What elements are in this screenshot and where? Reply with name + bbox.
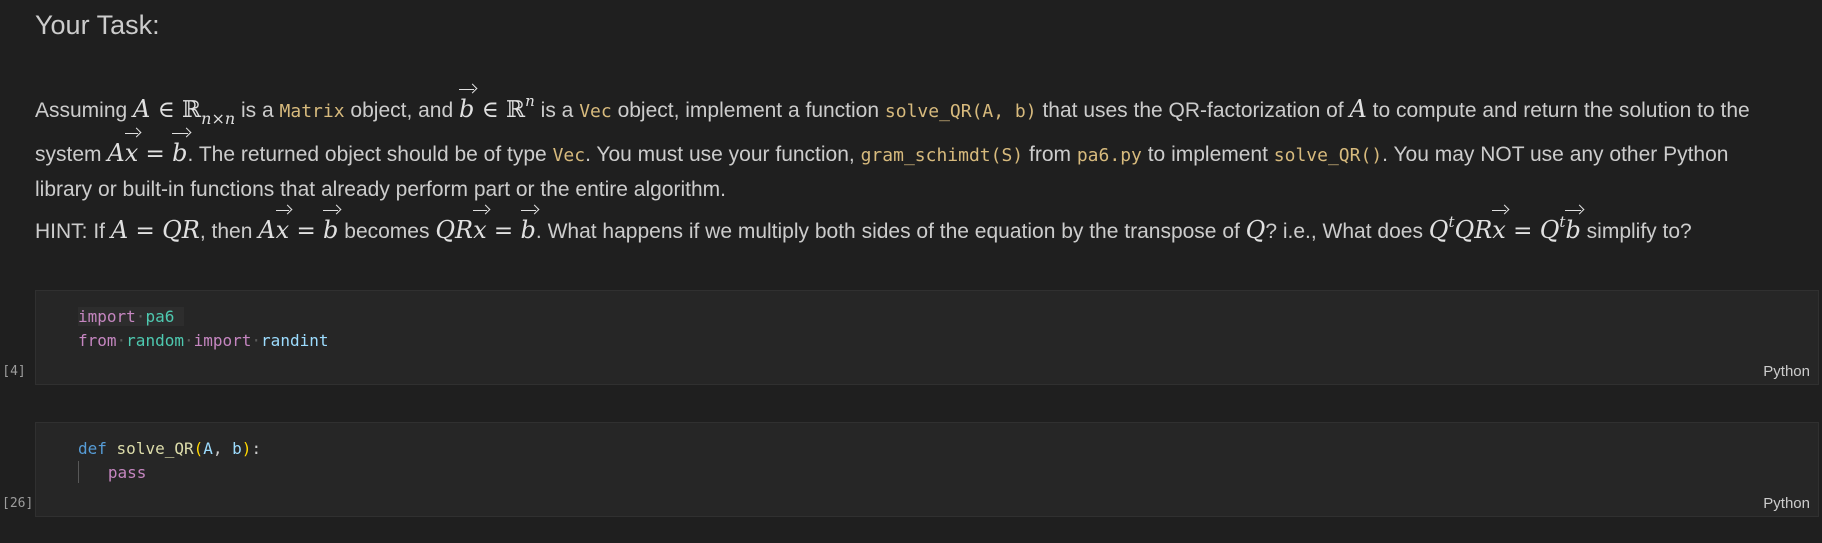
inline-code-gram-schimdt: gram_schimdt(S) bbox=[860, 145, 1024, 166]
code-line: import·pa6 bbox=[78, 307, 184, 326]
code-editor[interactable]: import·pa6 from·random·import·randint bbox=[78, 305, 328, 353]
task-paragraph: Assuming A ∈ ℝn×n is a Matrix object, an… bbox=[35, 84, 1750, 207]
inline-code-matrix: Matrix bbox=[279, 101, 345, 122]
paragraph-line-2: system Ax = b. The returned object shoul… bbox=[35, 133, 1750, 173]
code-cell-imports[interactable]: import·pa6 from·random·import·randint Py… bbox=[35, 290, 1819, 385]
inline-code-solve-qr-2: solve_QR() bbox=[1273, 145, 1383, 166]
paragraph-line-3: library or built-in functions that alrea… bbox=[35, 178, 726, 201]
indent-guide bbox=[78, 461, 79, 483]
math-A-eq-QR: A bbox=[110, 216, 129, 244]
execution-count: [26] bbox=[2, 496, 34, 511]
inline-code-pa6: pa6.py bbox=[1076, 145, 1142, 166]
paragraph-line-1: Assuming A ∈ ℝn×n is a Matrix object, an… bbox=[35, 89, 1750, 128]
code-line: def solve_QR(A, b): bbox=[78, 439, 262, 458]
code-cell-solve-qr[interactable]: def solve_QR(A, b): pass Python bbox=[35, 422, 1819, 517]
inline-code-solve-qr: solve_QR(A, b) bbox=[884, 101, 1037, 122]
math-Ax-eq-b: Ax bbox=[107, 133, 138, 167]
task-heading: Your Task: bbox=[35, 10, 160, 40]
cell-language-label[interactable]: Python bbox=[1763, 363, 1810, 380]
code-line: pass bbox=[78, 461, 146, 483]
cell-language-label[interactable]: Python bbox=[1763, 495, 1810, 512]
math-A-in-R: A bbox=[133, 95, 151, 123]
execution-count: [4] bbox=[2, 364, 26, 379]
inline-code-vec-2: Vec bbox=[552, 145, 586, 166]
inline-code-vec: Vec bbox=[579, 101, 612, 122]
code-line: from·random·import·randint bbox=[78, 331, 329, 350]
hint-paragraph: HINT: If A = QR, then Ax = b becomes QRx… bbox=[35, 205, 1692, 249]
math-QtQRx-eq-Qtb: QtQRx bbox=[1429, 210, 1506, 244]
math-QRx-eq-b: QRx bbox=[435, 210, 487, 244]
math-vector-b: b bbox=[459, 89, 475, 126]
code-editor[interactable]: def solve_QR(A, b): pass bbox=[78, 437, 261, 485]
